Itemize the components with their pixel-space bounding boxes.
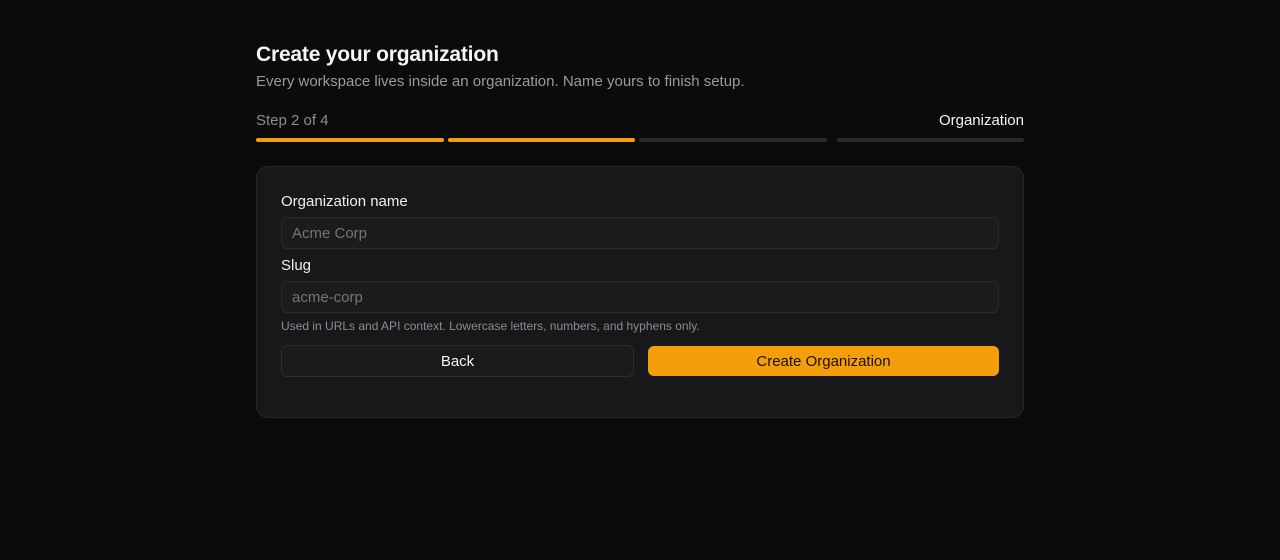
page-subtitle: Every workspace lives inside an organiza…	[256, 73, 745, 90]
slug-label: Slug	[281, 257, 312, 274]
slug-input[interactable]	[281, 281, 999, 313]
onboarding-container: Create your organization Every workspace…	[256, 42, 1024, 418]
current-step-name: Organization	[938, 111, 1024, 129]
slug-field-group: Slug Used in URLs and API context. Lower…	[281, 257, 999, 333]
step-progress	[256, 138, 1024, 142]
page-title: Create your organization	[256, 43, 499, 66]
slug-hint: Used in URLs and API context. Lowercase …	[281, 319, 700, 333]
form-actions: Back Create Organization	[281, 345, 999, 377]
progress-segment-1	[256, 138, 444, 142]
progress-segment-4	[837, 138, 1024, 142]
create-organization-button[interactable]: Create Organization	[648, 346, 999, 376]
step-count: Step 2 of 4	[256, 111, 329, 129]
org-name-field-group: Organization name	[281, 193, 999, 249]
back-button[interactable]: Back	[281, 345, 634, 377]
organization-form-card: Organization name Slug Used in URLs and …	[256, 166, 1024, 418]
progress-segment-3	[639, 138, 827, 142]
org-name-input[interactable]	[281, 217, 999, 249]
progress-segment-2	[448, 138, 635, 142]
stepper-header: Step 2 of 4 Organization	[256, 111, 1024, 129]
org-name-label: Organization name	[281, 193, 408, 210]
